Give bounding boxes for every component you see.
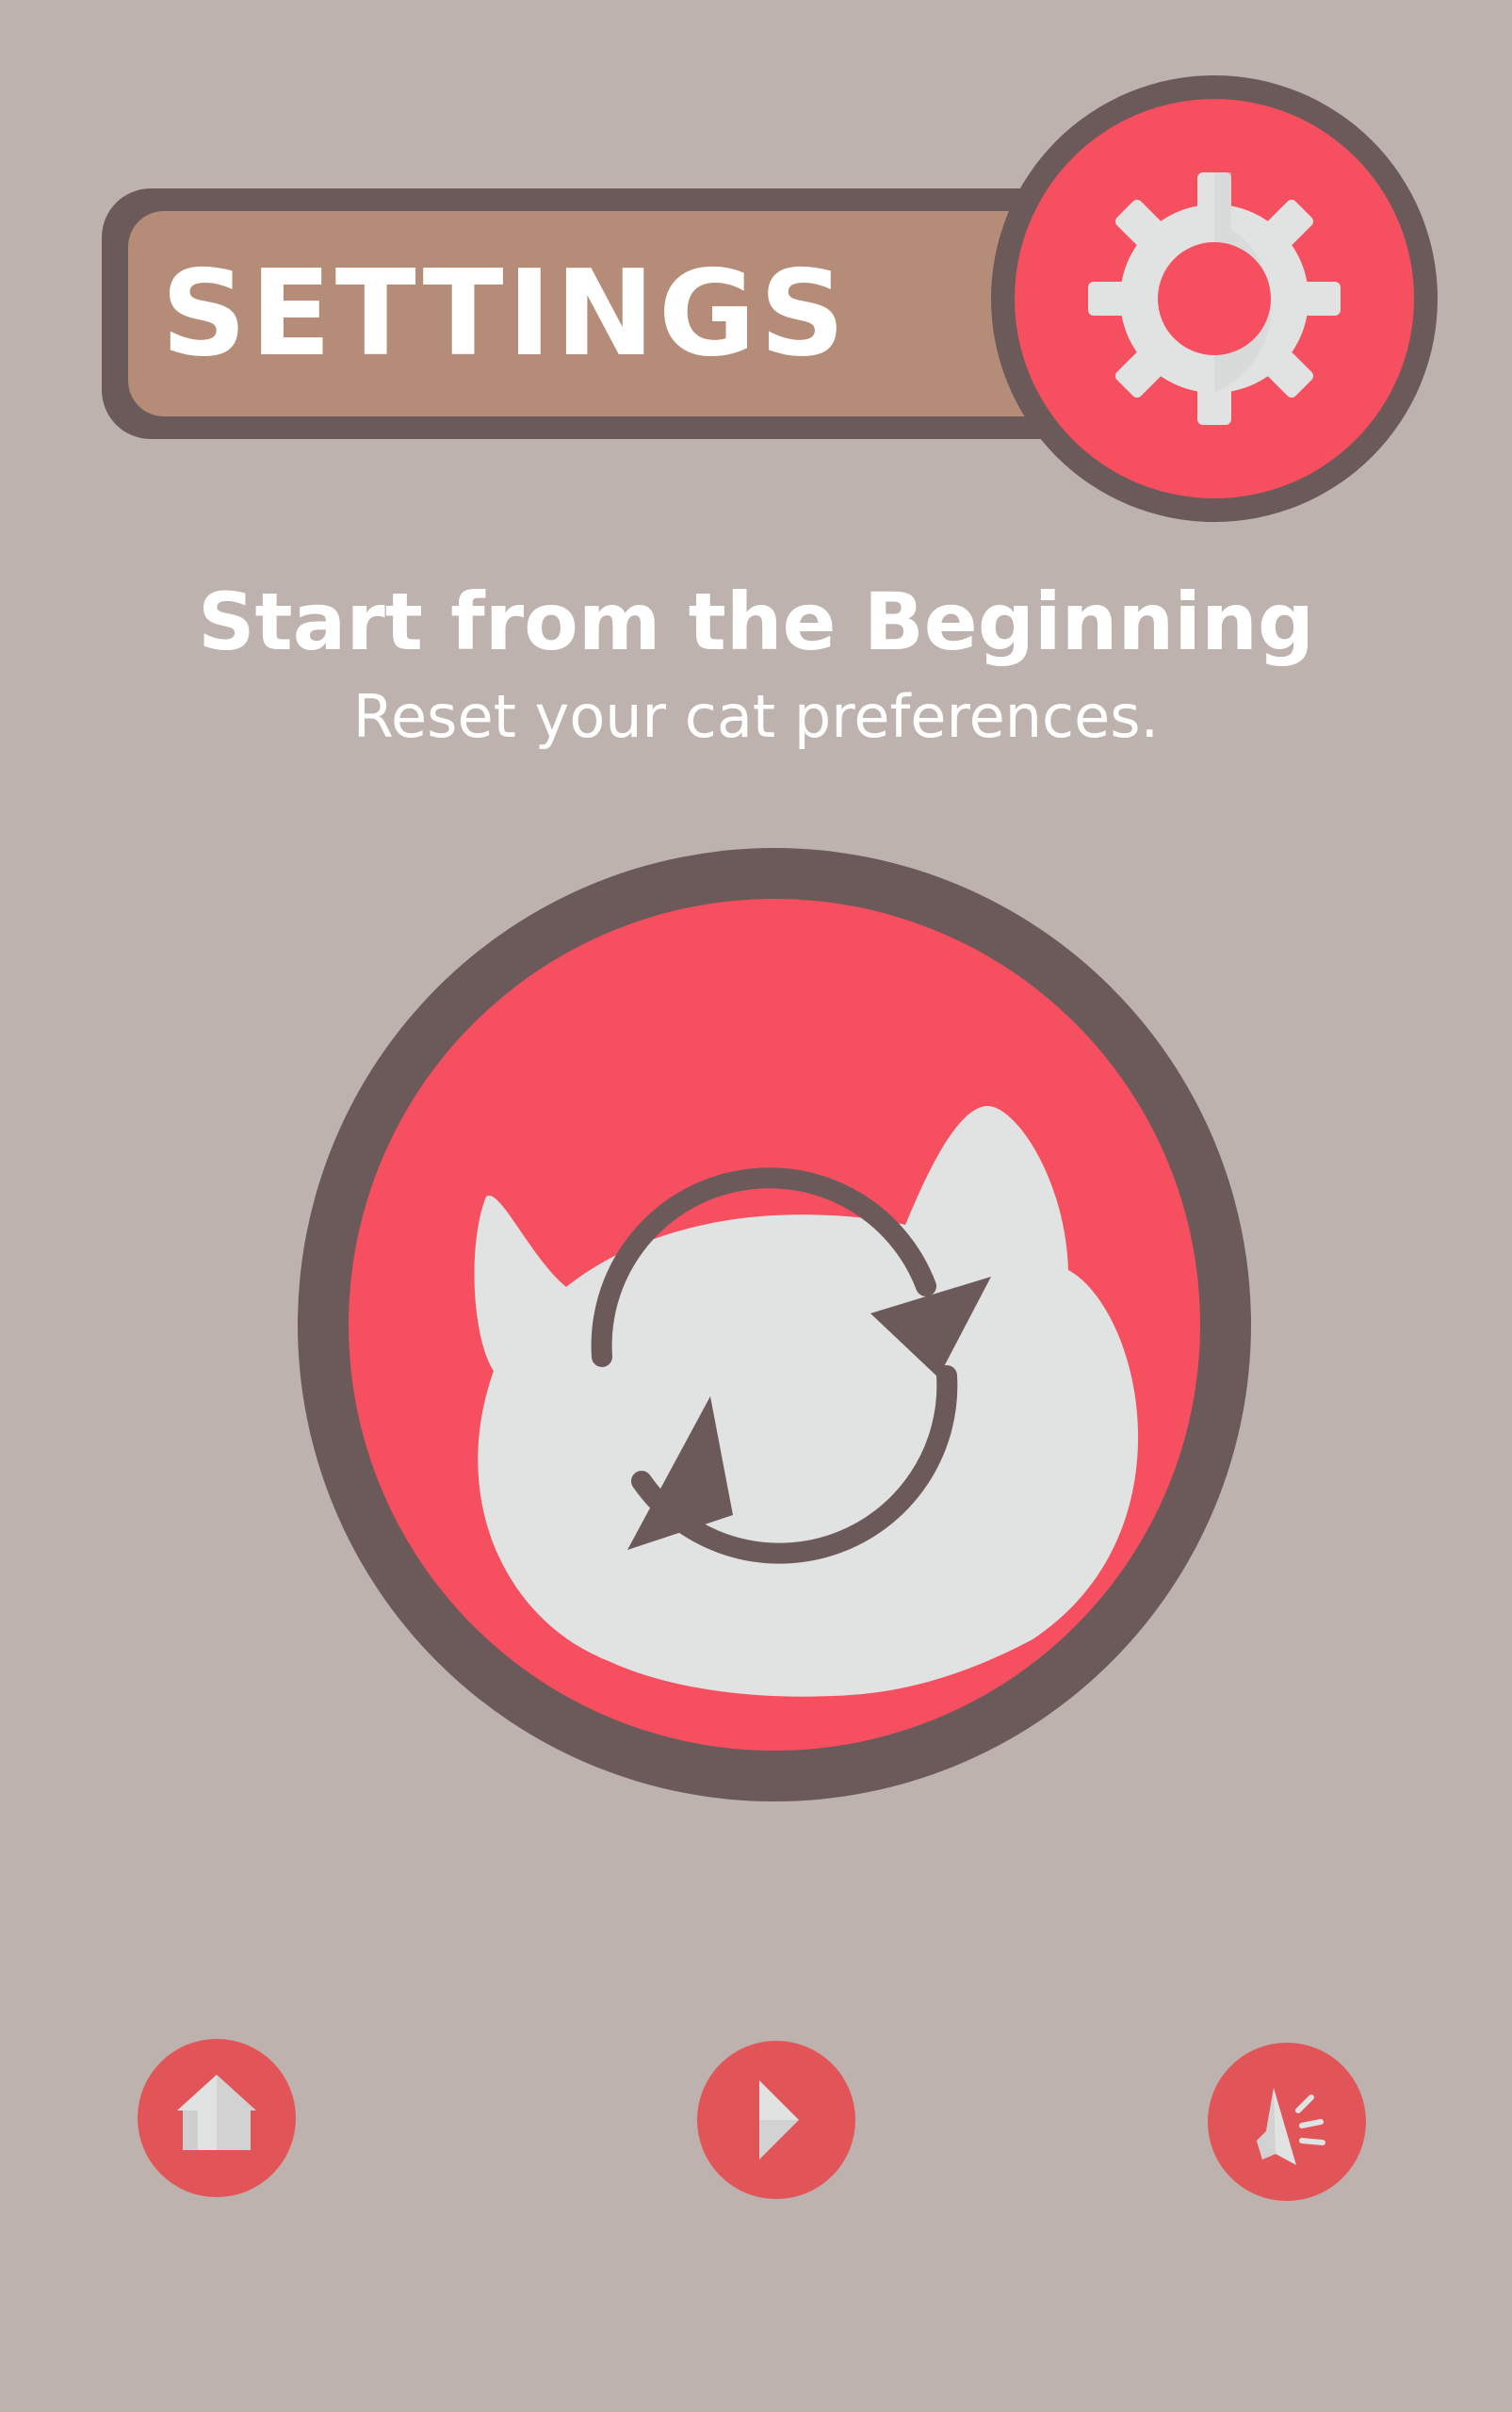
home-button[interactable]	[138, 2039, 296, 2197]
play-icon	[759, 2080, 799, 2159]
page-title: SETTINGS	[160, 244, 850, 383]
section-heading: Start from the Beginning	[197, 576, 1315, 668]
reset-preferences-button[interactable]	[298, 848, 1251, 1801]
gear-icon	[1088, 172, 1341, 425]
sound-button[interactable]	[1208, 2043, 1366, 2201]
cat-refresh-icon	[474, 1105, 1139, 1697]
megaphone-icon	[1257, 2088, 1325, 2165]
home-icon	[177, 2075, 256, 2150]
play-button[interactable]	[697, 2041, 855, 2199]
section-subheading: Reset your cat preferences.	[352, 682, 1160, 751]
